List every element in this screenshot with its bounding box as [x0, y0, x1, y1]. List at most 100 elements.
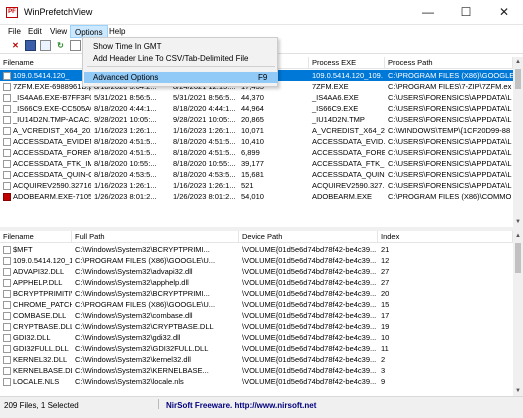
table-row[interactable]: 109.0.5414.120_109.0.5...C:\PROGRAM FILE…: [0, 255, 513, 266]
prefetch-cell: 8/18/2020 4:51:5...: [173, 137, 236, 146]
prefetch-cell: ACQUIREV2590.32716...: [13, 181, 91, 190]
prefetch-cell: A_VCREDIST_X64_2015...: [312, 126, 385, 135]
prefetch-cell: 8/18/2020 10:55:...: [94, 159, 157, 168]
files-col-header[interactable]: Filename: [0, 231, 72, 243]
prefetch-cell: _IS66C9.EXE: [312, 104, 359, 113]
dd-show-time-gmt[interactable]: Show Time In GMT: [84, 41, 278, 52]
prefetch-col-header[interactable]: Process EXE: [309, 57, 385, 69]
files-cell: 20: [381, 289, 390, 298]
menu-file[interactable]: File: [4, 25, 25, 38]
table-row[interactable]: LOCALE.NLS C:\Windows\System32\locale.nls…: [0, 376, 513, 387]
status-credit-link[interactable]: NirSoft Freeware. http://www.nirsoft.net: [166, 401, 316, 410]
copy-icon[interactable]: [40, 40, 51, 51]
files-cell: C:\Windows\System32\KERNELBASE...: [75, 366, 209, 375]
prefetch-cell: _IS4AA6.EXE-B7FF3F0...: [13, 93, 91, 102]
files-col-header[interactable]: Device Path: [239, 231, 378, 243]
scroll-thumb[interactable]: [515, 243, 521, 273]
top-scrollbar[interactable]: ▲ ▼: [513, 57, 523, 227]
files-cell: \VOLUME{01d5e6d74bd78f42-be4c39...: [242, 267, 377, 276]
scroll-up-icon[interactable]: ▲: [513, 57, 523, 67]
close-button[interactable]: ✕: [485, 0, 523, 25]
refresh-icon[interactable]: ↻: [55, 40, 66, 51]
files-cell: \VOLUME{01d5e6d74bd78f42-be4c39...: [242, 355, 377, 364]
table-row[interactable]: KERNELBASE.DLLC:\Windows\System32\KERNEL…: [0, 365, 513, 376]
table-row[interactable]: ACCESSDATA_EVIDEN...8/18/2020 4:51:5...8…: [0, 136, 513, 147]
prefetch-cell: C:\WINDOWS\TEMP\{1CF20D99-88: [388, 126, 511, 135]
files-cell: 3: [381, 366, 386, 375]
table-row[interactable]: _IS4AA6.EXE-B7FF3F0...5/31/2021 8:56:5..…: [0, 92, 513, 103]
prefetch-cell: 20,865: [241, 115, 264, 124]
prefetch-cell: C:\PROGRAM FILES (X86)\GOOGLE\: [388, 71, 513, 80]
files-cell: 11: [381, 344, 389, 353]
scroll-up-icon[interactable]: ▲: [513, 231, 523, 241]
delete-icon[interactable]: ✕: [10, 40, 21, 51]
files-cell: \VOLUME{01d5e6d74bd78f42-be4c39...: [242, 256, 377, 265]
prefetch-cell: 1/16/2023 1:26:1...: [173, 126, 236, 135]
prefetch-cell: ACCESSDATA_QUIN-C...: [13, 170, 91, 179]
prefetch-cell: 39,177: [241, 159, 264, 168]
maximize-button[interactable]: ☐: [447, 0, 485, 25]
prefetch-cell: _IU14D2N.TMP: [312, 115, 365, 124]
prefetch-col-header[interactable]: Process Path: [385, 57, 513, 69]
table-row[interactable]: CHROME_PATCH.PACK...C:\PROGRAM FILES (X8…: [0, 299, 513, 310]
table-row[interactable]: ACCESSDATA_FTK_IM...8/18/2020 10:55:...8…: [0, 158, 513, 169]
prefetch-cell: ACCESSDATA_FOREN...: [13, 148, 91, 157]
table-row[interactable]: CRYPTBASE.DLL C:\Windows\System32\CRYPTBA…: [0, 321, 513, 332]
prefetch-cell: A_VCREDIST_X64_2015...: [13, 126, 91, 135]
menu-edit[interactable]: Edit: [24, 25, 46, 38]
prefetch-cell: _IS4AA6.EXE: [312, 93, 359, 102]
table-row[interactable]: $MFT C:\Windows\System32\BCRYPTPRIMI... \V…: [0, 244, 513, 255]
table-row[interactable]: APPHELP.DLL C:\Windows\System32\apphelp.d…: [0, 277, 513, 288]
files-cell: C:\Windows\System32\BCRYPTPRIMI...: [75, 245, 210, 254]
prefetch-cell: 109.0.5414.120_109.: [312, 71, 383, 80]
table-row[interactable]: KERNEL32.DLL C:\Windows\System32\kernel32…: [0, 354, 513, 365]
files-cell: $MFT: [13, 245, 33, 254]
files-col-header[interactable]: Full Path: [72, 231, 239, 243]
table-row[interactable]: ADOBEARM.EXE-7105... 1/26/2023 8:01:2... 1…: [0, 191, 513, 202]
table-row[interactable]: ADVAPI32.DLL C:\Windows\System32\advapi32…: [0, 266, 513, 277]
table-row[interactable]: _IU14D2N.TMP-ACAC... 9/28/2021 10:05:... 9…: [0, 114, 513, 125]
table-row[interactable]: COMBASE.DLL C:\Windows\System32\combase.d…: [0, 310, 513, 321]
files-cell: APPHELP.DLL: [13, 278, 63, 287]
dd-advanced-options[interactable]: Advanced Options F9: [84, 72, 278, 83]
files-cell: 15: [381, 300, 390, 309]
table-row[interactable]: ACCESSDATA_QUIN-C...8/18/2020 4:53:5...8…: [0, 169, 513, 180]
prefetch-cell: 8/18/2020 4:53:5...: [94, 170, 157, 179]
minimize-button[interactable]: —: [409, 0, 447, 25]
table-row[interactable]: ACCESSDATA_FOREN... 8/18/2020 4:51:5... 8/…: [0, 147, 513, 158]
bottom-scrollbar[interactable]: ▲ ▼: [513, 231, 523, 396]
dd-add-header-line[interactable]: Add Header Line To CSV/Tab-Delimited Fil…: [84, 53, 278, 64]
table-row[interactable]: GDI32.DLL C:\Windows\System32\gdi32.dll \V…: [0, 332, 513, 343]
prefetch-cell: ACCESSDATA_FORE...: [312, 148, 385, 157]
table-row[interactable]: GDI32FULL.DLL C:\Windows\System32\GDI32FU…: [0, 343, 513, 354]
table-row[interactable]: ACQUIREV2590.32716... 1/16/2023 1:26:1...…: [0, 180, 513, 191]
scroll-down-icon[interactable]: ▼: [513, 217, 523, 227]
files-cell: GDI32.DLL: [13, 333, 51, 342]
prefetch-cell: 9/28/2021 10:05:...: [94, 115, 157, 124]
table-row[interactable]: _IS66C9.EXE-CC505A0...8/18/2020 4:44:1..…: [0, 103, 513, 114]
files-cell: COMBASE.DLL: [13, 311, 67, 320]
prefetch-cell: ACQUIREV2590.327...: [312, 181, 385, 190]
files-cell: C:\PROGRAM FILES (X86)\GOOGLE\U...: [75, 256, 216, 265]
files-cell: 19: [381, 322, 390, 331]
prefetch-cell: 6,899: [241, 148, 260, 157]
files-cell: GDI32FULL.DLL: [13, 344, 69, 353]
prefetch-cell: 1/26/2023 8:01:2...: [173, 192, 236, 201]
prefetch-cell: ACCESSDATA_EVIDEN...: [13, 137, 91, 146]
prefetch-col-header[interactable]: Filename: [0, 57, 91, 69]
files-cell: 9: [381, 377, 386, 386]
table-row[interactable]: BCRYPTPRIMITIVES.DLLC:\Windows\System32\…: [0, 288, 513, 299]
scroll-down-icon[interactable]: ▼: [513, 386, 523, 396]
properties-icon[interactable]: [70, 40, 81, 51]
files-cell: KERNELBASE.DLL: [13, 366, 72, 375]
prefetch-cell: C:\USERS\FORENSICS\APPDATA\L: [388, 93, 512, 102]
scroll-thumb[interactable]: [515, 69, 521, 89]
table-row[interactable]: A_VCREDIST_X64_2015... 1/16/2023 1:26:1..…: [0, 125, 513, 136]
files-cell: KERNEL32.DLL: [13, 355, 68, 364]
menu-view[interactable]: View: [46, 25, 71, 38]
save-icon[interactable]: [25, 40, 36, 51]
status-file-count: 209 Files, 1 Selected: [4, 401, 79, 410]
files-col-header[interactable]: Index: [378, 231, 513, 243]
prefetch-cell: C:\USERS\FORENSICS\APPDATA\L: [388, 104, 512, 113]
window-title: WinPrefetchView: [24, 7, 93, 17]
